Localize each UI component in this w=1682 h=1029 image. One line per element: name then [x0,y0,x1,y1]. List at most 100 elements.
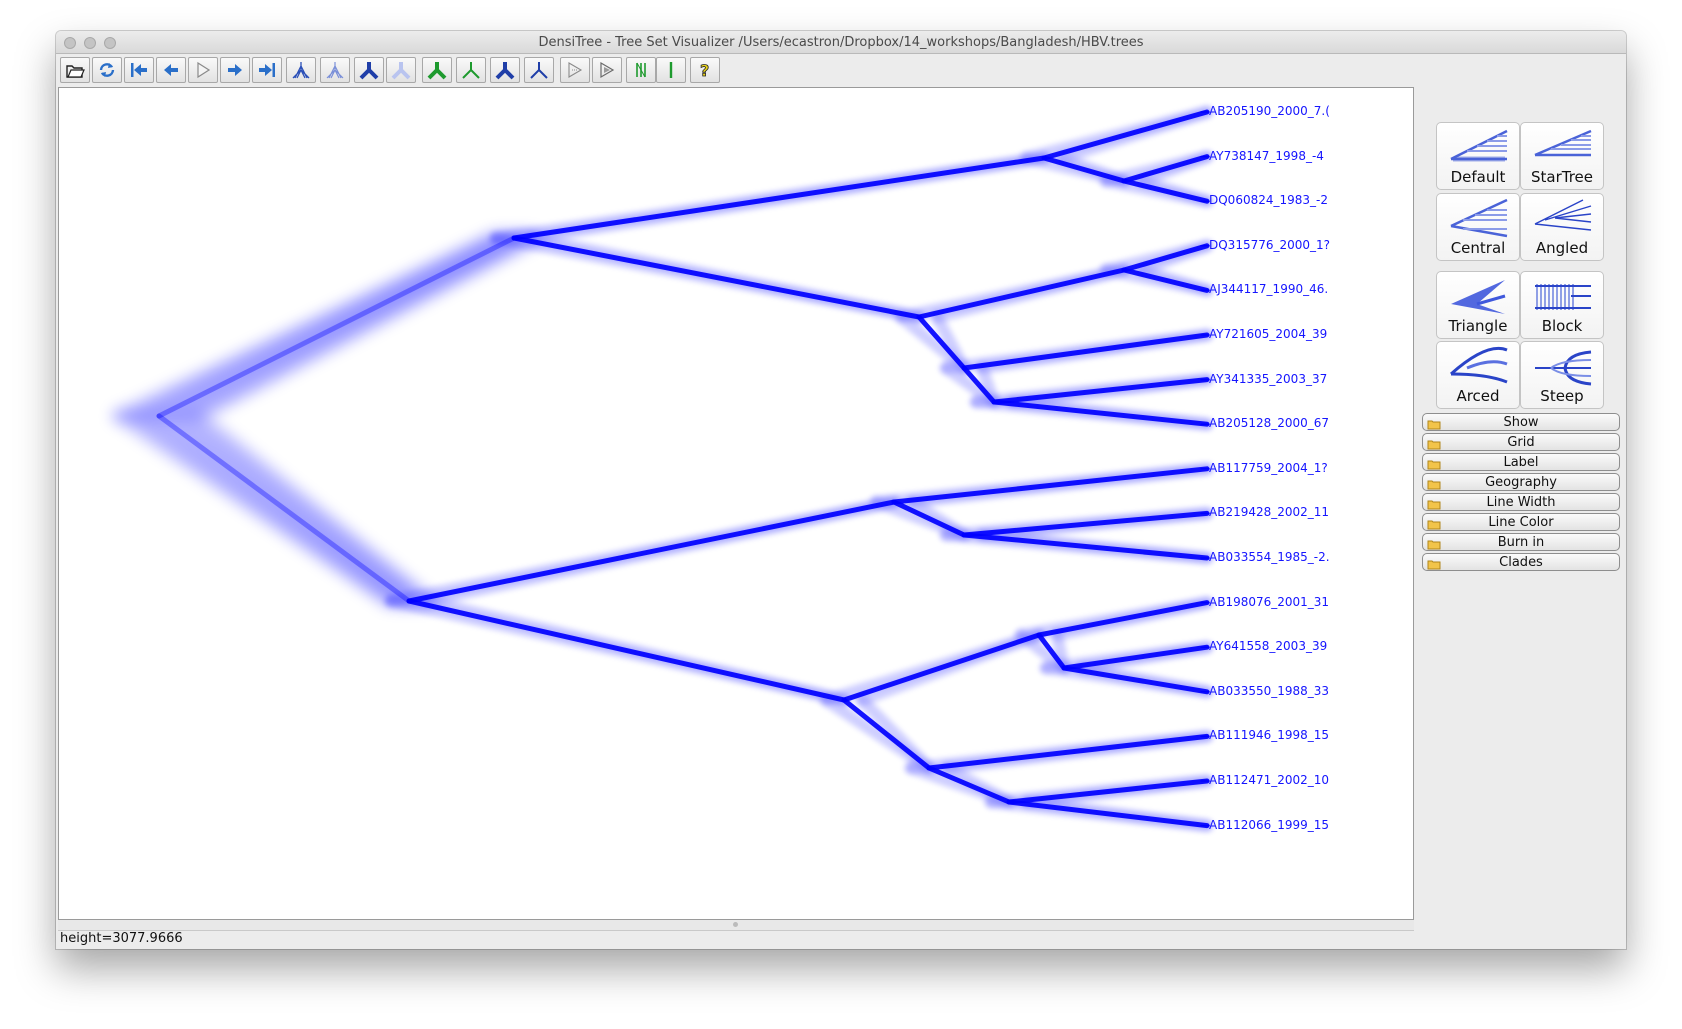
tree-branch-17 [406,598,847,703]
shape-label: Steep [1540,387,1584,405]
previous-button[interactable] [156,57,186,83]
green-line-icon [669,62,673,78]
panel-label: Line Width [1486,495,1556,510]
tree-dense-button[interactable] [286,57,316,83]
tree-faded-icon [391,62,411,80]
tip-label: AB033550_1988_33 [1209,683,1330,698]
shape-button-default[interactable]: Default [1436,122,1520,190]
panel-geography[interactable]: Geography [1422,473,1620,491]
tree-blue-thin-button[interactable] [524,57,554,83]
last-button[interactable] [252,57,282,83]
shape-button-triangle[interactable]: Triangle [1436,271,1520,339]
panel-line-width[interactable]: Line Width [1422,493,1620,511]
panel-label: Label [1503,455,1539,470]
tree-branch-0 [156,235,517,419]
tree-branch-29 [926,765,1012,805]
panel-burn-in[interactable]: Burn in [1422,533,1620,551]
open-button[interactable] [60,57,90,83]
shape-button-central[interactable]: Central [1436,193,1520,261]
play-button[interactable] [188,57,218,83]
title-bar: DensiTree - Tree Set Visualizer /Users/e… [56,31,1626,54]
tree-branch-20 [961,510,1210,538]
tree-light-button[interactable] [320,57,350,83]
toolbar: ? [56,54,1626,86]
tip-label: AB219428_2002_11 [1209,505,1330,520]
animate-icon [568,62,583,78]
tree-branch-31 [1006,799,1210,829]
animate-button[interactable] [560,57,590,83]
green-bars-icon [636,62,646,78]
tree-bold-icon [359,62,379,80]
tip-label: AY341335_2003_37 [1209,371,1328,386]
panel-label: Show [1503,415,1539,430]
status-text: height=3077.9666 [60,931,183,946]
panel-clades[interactable]: Clades [1422,553,1620,571]
tree-branch-28 [926,733,1210,771]
window-title: DensiTree - Tree Set Visualizer /Users/e… [538,35,1144,50]
shape-label: Arced [1456,387,1500,405]
shape-label: Triangle [1448,317,1508,335]
tree-blue-bold-button[interactable] [490,57,520,83]
tree-branch-18 [891,466,1210,505]
green-bars-button[interactable] [626,57,656,83]
first-button[interactable] [124,57,154,83]
panel-label[interactable]: Label [1422,453,1620,471]
tree-branch-15 [991,399,1210,427]
tree-branch-14 [991,377,1210,405]
shape-label: Central [1450,239,1506,257]
splitter[interactable] [58,920,1414,931]
open-icon [66,65,85,78]
tree-branch-21 [961,532,1210,561]
panel-label: Line Color [1488,515,1554,530]
panel-show[interactable]: Show [1422,413,1620,431]
tree-canvas[interactable]: AB205190_2000_7.(AY738147_1998_-4 DQ06082… [58,87,1414,920]
tip-label: AY721605_2004_39 [1209,327,1328,341]
tip-label: AB205128_2000_67 [1209,416,1330,431]
refresh-button[interactable] [92,57,122,83]
tree-branch-23 [841,697,932,771]
tree-branch-24 [1036,600,1210,638]
shape-button-arced[interactable]: Arced [1436,341,1520,409]
tip-label: AY738147_1998_-4 [1209,148,1324,163]
tree-green-bold-button[interactable] [422,57,452,83]
app-window: DensiTree - Tree Set Visualizer /Users/e… [56,31,1626,949]
play-icon [197,61,211,79]
tree-branch-12 [961,332,1210,371]
tree-branch-27 [1061,665,1210,695]
help-button[interactable]: ? [690,57,720,83]
side-panel: Default StarTree Central Angled Triangle Bloc… [1416,87,1626,927]
tree-green-thin-button[interactable] [456,57,486,83]
panel-label: Burn in [1497,535,1545,550]
tip-label: AB033554_1985_-2. [1209,550,1330,564]
tree-light-icon [326,62,344,79]
tip-label: AB111946_1998_15 [1209,728,1330,743]
splitter-handle[interactable] [733,922,738,927]
tree-blue-thin-icon [530,62,548,79]
panel-label: Clades [1499,555,1543,570]
tree-dense-icon [292,62,310,79]
densitree-plot [111,106,1213,832]
shape-label: Block [1541,317,1583,335]
tree-branch-8 [916,267,1127,320]
tree-green-thin-icon [462,62,480,79]
animate-all-button[interactable] [592,57,622,83]
tree-branch-1 [156,413,412,604]
shape-button-angled[interactable]: Angled [1520,193,1604,261]
tree-faded-button[interactable] [386,57,416,83]
shape-button-steep[interactable]: Steep [1520,341,1604,409]
svg-text:?: ? [700,61,709,80]
panel-label: Grid [1507,435,1535,450]
next-button[interactable] [220,57,250,83]
panel-line-color[interactable]: Line Color [1422,513,1620,531]
previous-icon [164,64,178,76]
tip-label: AY641558_2003_39 [1209,639,1328,654]
tree-bold-button[interactable] [354,57,384,83]
panel-grid[interactable]: Grid [1422,433,1620,451]
shape-button-block[interactable]: Block [1520,271,1604,339]
green-line-button[interactable] [656,57,686,83]
tree-green-bold-icon [427,62,447,80]
tree-branch-22 [841,632,1042,703]
shape-button-startree[interactable]: StarTree [1520,122,1604,190]
animate-all-icon [600,61,615,79]
help-icon: ? [700,61,710,80]
